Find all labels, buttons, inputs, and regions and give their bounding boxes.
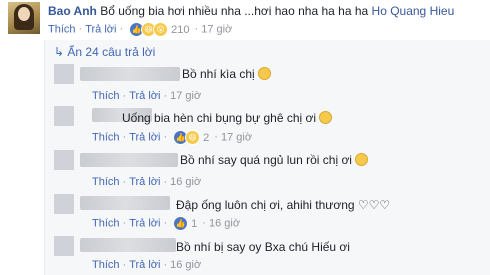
reply-avatar[interactable] bbox=[54, 194, 74, 214]
comment-text: Bổ uống bia hơi nhiều nha ...hơi hao nha… bbox=[100, 4, 369, 18]
comment-body: Bao Anh Bổ uống bia hơi nhiều nha ...hơi… bbox=[48, 4, 454, 18]
reply-meta-5: Thích · Trả lời · 16 giờ bbox=[92, 259, 202, 271]
like-link[interactable]: Thích bbox=[92, 259, 120, 271]
reply-time[interactable]: 16 giờ bbox=[209, 217, 240, 229]
reply-link[interactable]: Trả lời bbox=[129, 90, 160, 102]
reply-avatar[interactable] bbox=[54, 150, 74, 170]
redacted-name bbox=[80, 153, 178, 167]
wow-reaction-icon: 😮 bbox=[153, 22, 169, 37]
comment-time[interactable]: 17 giờ bbox=[201, 23, 232, 35]
avatar-face bbox=[18, 7, 30, 21]
reply-avatar[interactable] bbox=[54, 236, 74, 256]
reply-arrow-icon: ↳ bbox=[54, 45, 65, 59]
reply-meta-4: Thích · Trả lời · 👍 1 · 16 giờ bbox=[92, 216, 241, 231]
like-link[interactable]: Thích bbox=[48, 23, 76, 35]
reply-time[interactable]: 16 giờ bbox=[170, 176, 201, 188]
reactions-summary[interactable]: 👍 😆 2 bbox=[173, 130, 209, 145]
laugh-emoji-icon bbox=[319, 111, 333, 124]
reply-meta-1: Thích · Trả lời · 17 giờ bbox=[92, 90, 202, 102]
reply-avatar[interactable] bbox=[54, 64, 74, 84]
avatar[interactable] bbox=[8, 2, 40, 34]
reply-meta-2: Thích · Trả lời · 👍 😆 2 · 17 giờ bbox=[92, 130, 253, 145]
smile-emoji-icon bbox=[257, 67, 271, 80]
haha-reaction-icon: 😆 bbox=[185, 130, 201, 145]
reply-link[interactable]: Trả lời bbox=[129, 259, 160, 271]
like-link[interactable]: Thích bbox=[92, 90, 120, 102]
redacted-name bbox=[80, 196, 170, 210]
hide-replies-link[interactable]: ↳ Ẩn 24 câu trả lời bbox=[54, 45, 155, 59]
reactions-summary[interactable]: 👍 1 bbox=[173, 216, 197, 231]
reaction-count: 2 bbox=[203, 131, 210, 144]
reply-text-1: Bồ nhí kìa chị bbox=[182, 67, 271, 81]
reply-text-3: Bồ nhí say quá ngủ lun rồi chị ơi bbox=[180, 153, 368, 167]
reply-text-5: Bồ nhí bị say oy Bxa chú Hiếu ơi bbox=[176, 240, 350, 254]
like-link[interactable]: Thích bbox=[92, 131, 120, 143]
hide-replies-label: Ẩn 24 câu trả lời bbox=[67, 45, 156, 59]
comment-author[interactable]: Bao Anh bbox=[48, 4, 97, 18]
redacted-name bbox=[80, 67, 180, 81]
reply-link[interactable]: Trả lời bbox=[85, 23, 116, 35]
laugh-emoji-icon bbox=[354, 153, 368, 166]
reply-avatar[interactable] bbox=[54, 106, 74, 126]
reply-time[interactable]: 17 giờ bbox=[170, 90, 201, 102]
reply-meta-3: Thích · Trả lời · 16 giờ bbox=[92, 176, 202, 188]
like-reaction-icon: 👍 bbox=[173, 216, 189, 231]
reaction-count: 210 bbox=[171, 23, 190, 36]
like-link[interactable]: Thích bbox=[92, 176, 120, 188]
comment-meta: Thích · Trả lời · 👍 😆 😮 210 · 17 giờ bbox=[48, 22, 233, 37]
reply-link[interactable]: Trả lời bbox=[129, 217, 160, 229]
reply-link[interactable]: Trả lời bbox=[129, 176, 160, 188]
tagged-user-link[interactable]: Ho Quang Hieu bbox=[372, 4, 455, 18]
reply-text-4: Đập ống luôn chị ơi, ahihi thương ♡♡♡ bbox=[176, 198, 391, 212]
reply-time[interactable]: 17 giờ bbox=[221, 131, 252, 143]
reactions-summary[interactable]: 👍 😆 😮 210 bbox=[129, 22, 190, 37]
like-link[interactable]: Thích bbox=[92, 217, 120, 229]
reply-link[interactable]: Trả lời bbox=[129, 131, 160, 143]
reply-time[interactable]: 16 giờ bbox=[170, 259, 201, 271]
redacted-name bbox=[80, 238, 176, 252]
reaction-count: 1 bbox=[191, 217, 198, 230]
reply-text-2: Uống bia hèn chi bụng bự ghê chị ơi bbox=[122, 111, 333, 125]
